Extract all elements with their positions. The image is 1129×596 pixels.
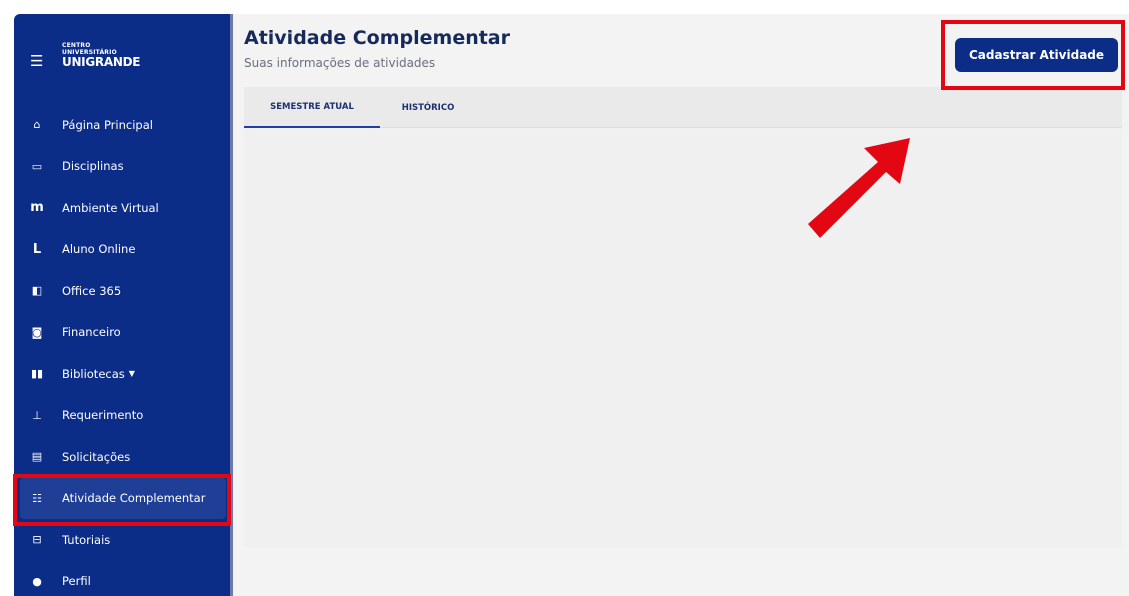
tab-content-panel (244, 129, 1122, 547)
main-content: Atividade Complementar Suas informações … (233, 14, 1129, 596)
file-icon: ▤ (31, 450, 43, 464)
sidebar-item-disciplinas[interactable]: ▭ Disciplinas (14, 146, 230, 188)
l-icon: L (32, 241, 42, 257)
moodle-icon: m (30, 200, 44, 216)
sidebar-item-label: Bibliotecas (62, 366, 125, 381)
user-icon: ● (32, 574, 42, 588)
sidebar-item-bibliotecas[interactable]: ▮▮ Bibliotecas ▼ (14, 353, 230, 395)
money-icon: ◙ (31, 325, 43, 339)
brand: ☰ CENTRO UNIVERSITÁRIO UNIGRANDE (14, 14, 230, 104)
sidebar-item-label: Requerimento (62, 408, 144, 423)
office-icon: ◧ (31, 284, 43, 298)
chevron-down-icon: ▼ (128, 369, 135, 379)
book-icon: ▭ (31, 159, 43, 173)
highlight-box-cta (941, 20, 1125, 90)
home-icon: ⌂ (33, 118, 41, 132)
tab-semestre-atual[interactable]: SEMESTRE ATUAL (244, 87, 380, 128)
sidebar-item-aluno-online[interactable]: L Aluno Online (14, 229, 230, 271)
sidebar-item-label: Financeiro (62, 325, 121, 340)
page-subtitle: Suas informações de atividades (244, 56, 436, 70)
logo[interactable]: CENTRO UNIVERSITÁRIO UNIGRANDE (62, 43, 140, 69)
sidebar-item-label: Disciplinas (62, 159, 124, 174)
sidebar-item-financeiro[interactable]: ◙ Financeiro (14, 312, 230, 354)
sidebar-item-ambiente-virtual[interactable]: m Ambiente Virtual (14, 187, 230, 229)
pin-icon: ⊥ (32, 408, 42, 422)
sidebar-item-label: Página Principal (62, 117, 153, 132)
hamburger-menu-icon[interactable]: ☰ (30, 54, 43, 69)
tutorial-icon: ⊟ (32, 533, 42, 547)
red-arrow-icon (808, 138, 910, 238)
sidebar-item-label: Ambiente Virtual (62, 200, 159, 215)
tab-historico[interactable]: HISTÓRICO (380, 87, 476, 128)
library-icon: ▮▮ (30, 367, 44, 381)
sidebar-item-perfil[interactable]: ● Perfil (14, 561, 230, 596)
sidebar-item-pagina-principal[interactable]: ⌂ Página Principal (14, 104, 230, 146)
sidebar-item-label: Office 365 (62, 283, 122, 298)
sidebar-item-label: Aluno Online (62, 242, 136, 257)
highlight-box-sidebar-item (13, 474, 231, 526)
page-title: Atividade Complementar (244, 27, 510, 49)
sidebar-item-label: Solicitações (62, 449, 131, 464)
sidebar-item-label: Tutoriais (62, 532, 111, 547)
sidebar-item-requerimento[interactable]: ⊥ Requerimento (14, 395, 230, 437)
sidebar-item-solicitacoes[interactable]: ▤ Solicitações (14, 436, 230, 478)
tab-bar: SEMESTRE ATUAL HISTÓRICO (244, 87, 1122, 128)
sidebar-item-office-365[interactable]: ◧ Office 365 (14, 270, 230, 312)
logo-line3: UNIGRANDE (62, 55, 141, 69)
sidebar-item-label: Perfil (62, 574, 91, 589)
